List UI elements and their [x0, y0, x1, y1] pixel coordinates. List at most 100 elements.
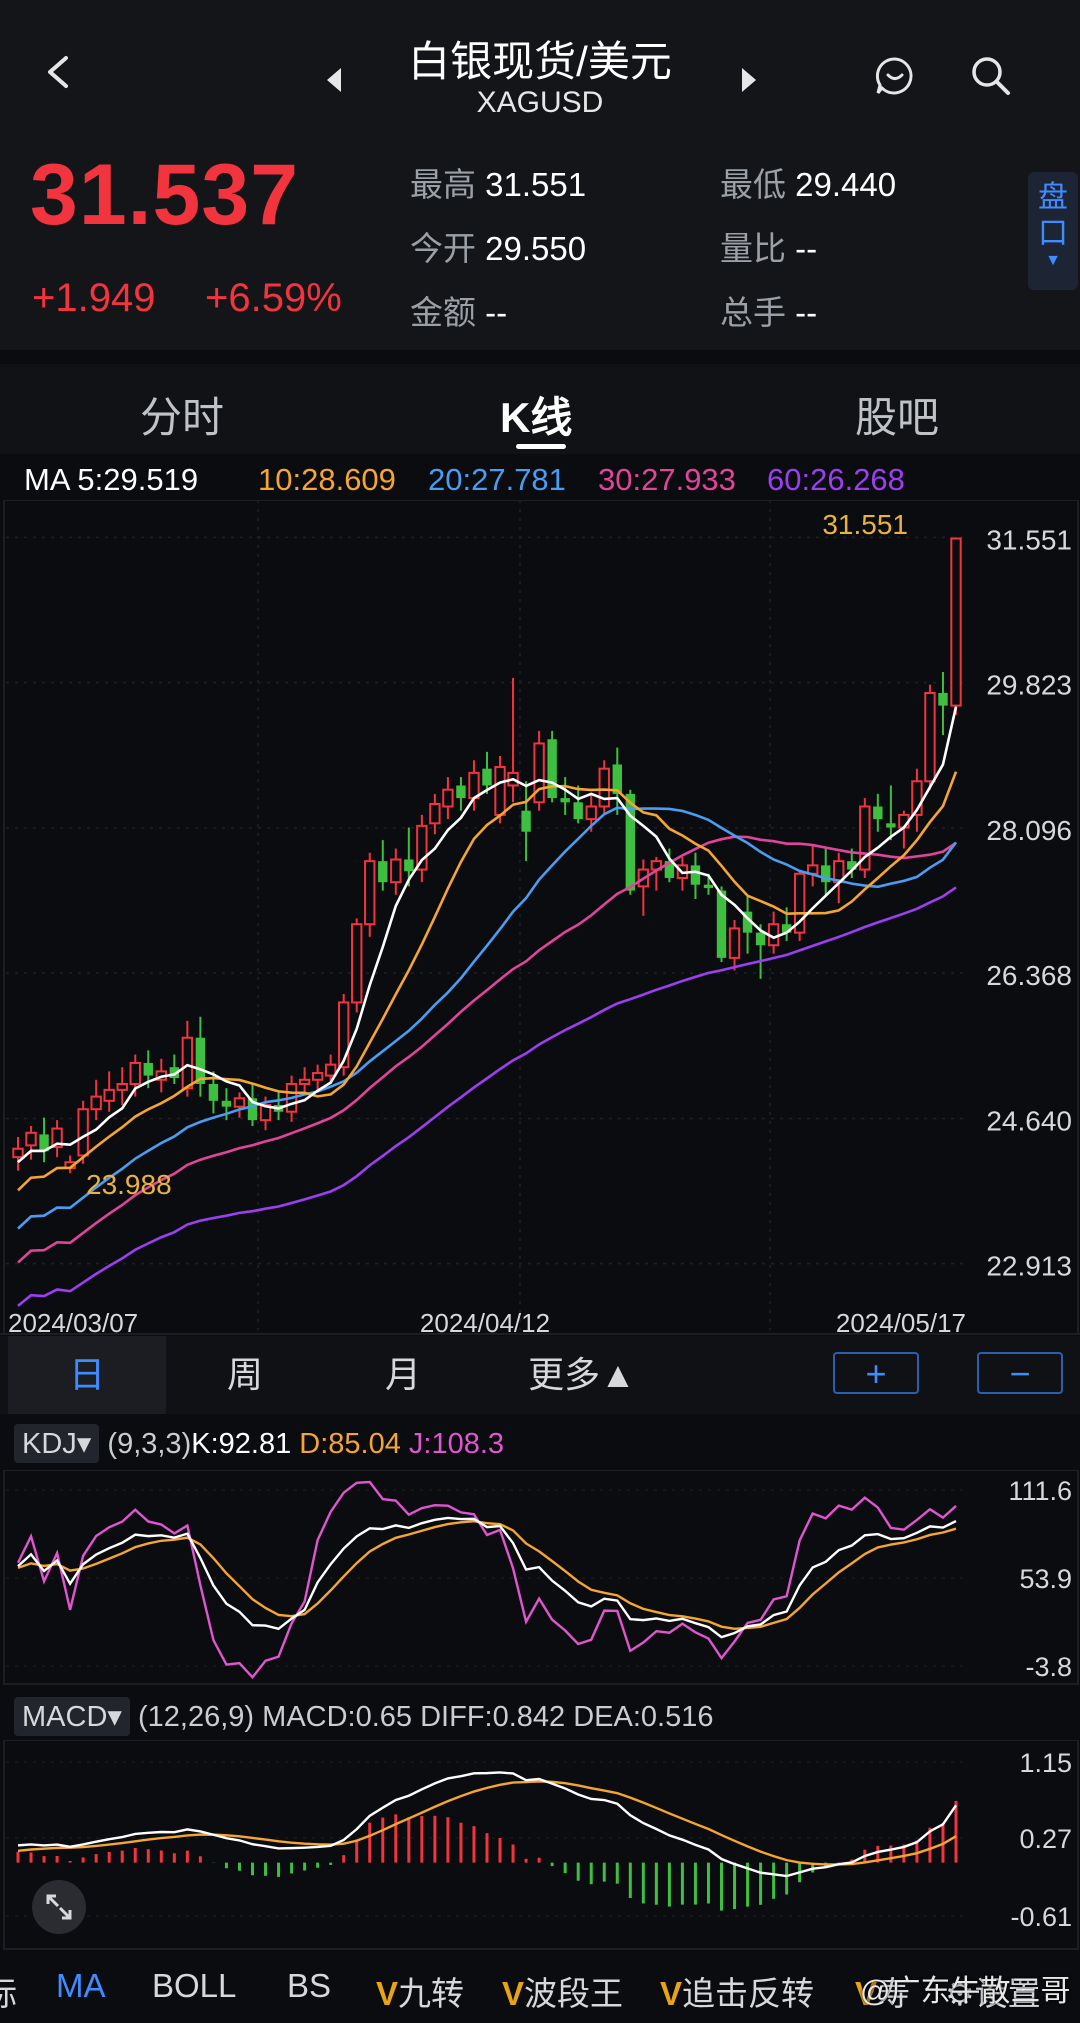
quote-panel: 31.537 +1.949 +6.59% 最高 31.551 今开 29.550… [0, 140, 1080, 350]
ma20-value: 20:27.781 [428, 462, 566, 497]
low-stat: 最低 29.440 [720, 166, 897, 203]
macd-value: MACD:0.65 [262, 1701, 413, 1733]
macd-header: MACD▾ (12,26,9) MACD:0.65 DIFF:0.842 DEA… [14, 1697, 714, 1736]
zoom-in-button[interactable]: + [833, 1352, 919, 1394]
candle-body-down [208, 1083, 219, 1101]
candle-body-up [324, 1063, 337, 1077]
watermark: @广东牛散三哥 [860, 1975, 1071, 2008]
candle-body-up [25, 1131, 37, 1147]
macd-diff: DIFF:0.842 [420, 1701, 566, 1733]
candle-body-down [755, 932, 766, 946]
tool-jiuzhuan[interactable]: V九转 [376, 1967, 464, 2015]
back-icon[interactable] [38, 52, 78, 92]
kline-chart[interactable]: 31.551 29.823 28.096 26.368 24.640 22.913 2024… [0, 500, 1080, 1335]
candle-body-down [938, 692, 948, 706]
candle-body-down [716, 890, 727, 958]
tab-kline[interactable]: K线 [500, 384, 572, 445]
macd-dea: DEA:0.516 [573, 1701, 714, 1733]
candle-body-up [585, 805, 597, 821]
candle-body-down [521, 810, 531, 832]
kdj-selector[interactable]: KDJ▾ [14, 1424, 100, 1463]
tool-mark[interactable]: 标 [0, 1967, 17, 2015]
macd-tick: -0.61 [1010, 1902, 1072, 1932]
tab-forum[interactable]: 股吧 [855, 384, 939, 445]
search-icon[interactable] [969, 54, 1013, 98]
y-tick-label: 31.551 [986, 524, 1072, 555]
candle-body-up [181, 1036, 194, 1090]
ma30-value: 30:27.933 [598, 462, 736, 497]
macd-tick: 0.27 [1019, 1824, 1072, 1854]
tool-ma[interactable]: MA [56, 1967, 106, 2005]
period-bar: 日 周 月 更多▲ + − [0, 1336, 1080, 1414]
candle-body-down [690, 865, 701, 885]
kdj-k: K:92.81 [191, 1428, 292, 1460]
tool-boduanwang[interactable]: V波段王 [502, 1967, 623, 2015]
ma10-line [17, 771, 958, 1192]
tool-boll[interactable]: BOLL [152, 1967, 236, 2005]
open-stat: 今开 29.550 [410, 230, 587, 267]
tab-underline [516, 444, 566, 449]
y-tick-label: 26.368 [986, 960, 1072, 991]
macd-selector[interactable]: MACD▾ [14, 1697, 130, 1736]
x-tick-label: 2024/03/07 [8, 1308, 138, 1335]
divider [0, 350, 1080, 364]
candle-body-up [77, 1108, 89, 1157]
period-more[interactable]: 更多▲ [482, 1336, 682, 1414]
candle-body-up [494, 765, 506, 816]
pankou-button[interactable]: 盘口 ▼ [1028, 172, 1078, 290]
tool-bs[interactable]: BS [287, 1967, 331, 2005]
fullscreen-icon[interactable] [32, 1880, 86, 1934]
kdj-chart[interactable]: 111.6 53.9 -3.8 [0, 1470, 1080, 1685]
high-stat: 最高 31.551 [410, 166, 587, 203]
kdj-d: D:85.04 [299, 1428, 401, 1460]
macd-chart[interactable]: 1.15 0.27 -0.61 [0, 1740, 1080, 1950]
candle-body-down [143, 1062, 153, 1076]
price-change-pct: +6.59% [205, 276, 342, 320]
price-change: +1.949 [32, 276, 156, 320]
ma-legend: MA 5:29.519 10:28.609 20:27.781 30:27.93… [0, 462, 1080, 502]
prev-symbol-icon[interactable] [323, 66, 345, 94]
candle-body-up [12, 1147, 24, 1159]
kdj-tick: 111.6 [1008, 1476, 1072, 1506]
kdj-tick: -3.8 [1025, 1652, 1072, 1682]
kdj-params: (9,3,3) [107, 1428, 192, 1460]
tab-intraday[interactable]: 分时 [140, 384, 224, 445]
macd-params: (12,26,9) [138, 1701, 255, 1733]
candle-body-down [573, 802, 583, 820]
candle-body-up [364, 860, 376, 926]
candle-body-down [547, 739, 557, 799]
page-title: 白银现货/美元 [408, 38, 672, 85]
candle-body-down [873, 806, 883, 820]
y-tick-label: 28.096 [986, 815, 1072, 846]
low-annotation: 23.988 [86, 1169, 172, 1200]
next-symbol-icon[interactable] [738, 66, 760, 94]
symbol-code: XAGUSD [476, 86, 604, 119]
volume-ratio-stat: 量比 -- [720, 230, 818, 267]
candle-body-up [728, 927, 741, 959]
candle-body-up [442, 788, 454, 808]
zoom-out-button[interactable]: − [977, 1352, 1063, 1394]
y-tick-label: 24.640 [986, 1105, 1072, 1136]
x-tick-label: 2024/04/12 [420, 1308, 550, 1335]
candle-body-down [703, 884, 714, 889]
candle-body-up [90, 1095, 102, 1111]
y-tick-label: 29.823 [986, 670, 1072, 701]
kdj-frame [3, 1470, 1079, 1685]
ma5-value: MA 5:29.519 [24, 462, 199, 497]
chart-tabs: 分时 K线 股吧 [0, 364, 1080, 454]
candle-body-down [456, 785, 466, 799]
ma60-value: 60:26.268 [767, 462, 905, 497]
chat-icon[interactable] [874, 55, 916, 97]
candle-body-up [390, 858, 402, 884]
period-day[interactable]: 日 [8, 1336, 166, 1414]
period-month[interactable]: 月 [324, 1336, 482, 1414]
period-week[interactable]: 周 [166, 1336, 324, 1414]
x-tick-label: 2024/05/17 [836, 1308, 966, 1335]
candle-body-up [924, 691, 936, 783]
macd-tick: 1.15 [1019, 1748, 1072, 1778]
candle-body-down [221, 1100, 232, 1107]
candle-body-down [195, 1037, 206, 1084]
tool-zhuiji[interactable]: V追击反转 [660, 1967, 814, 2015]
candle-body-down [404, 859, 414, 872]
candle-body-up [116, 1082, 128, 1091]
